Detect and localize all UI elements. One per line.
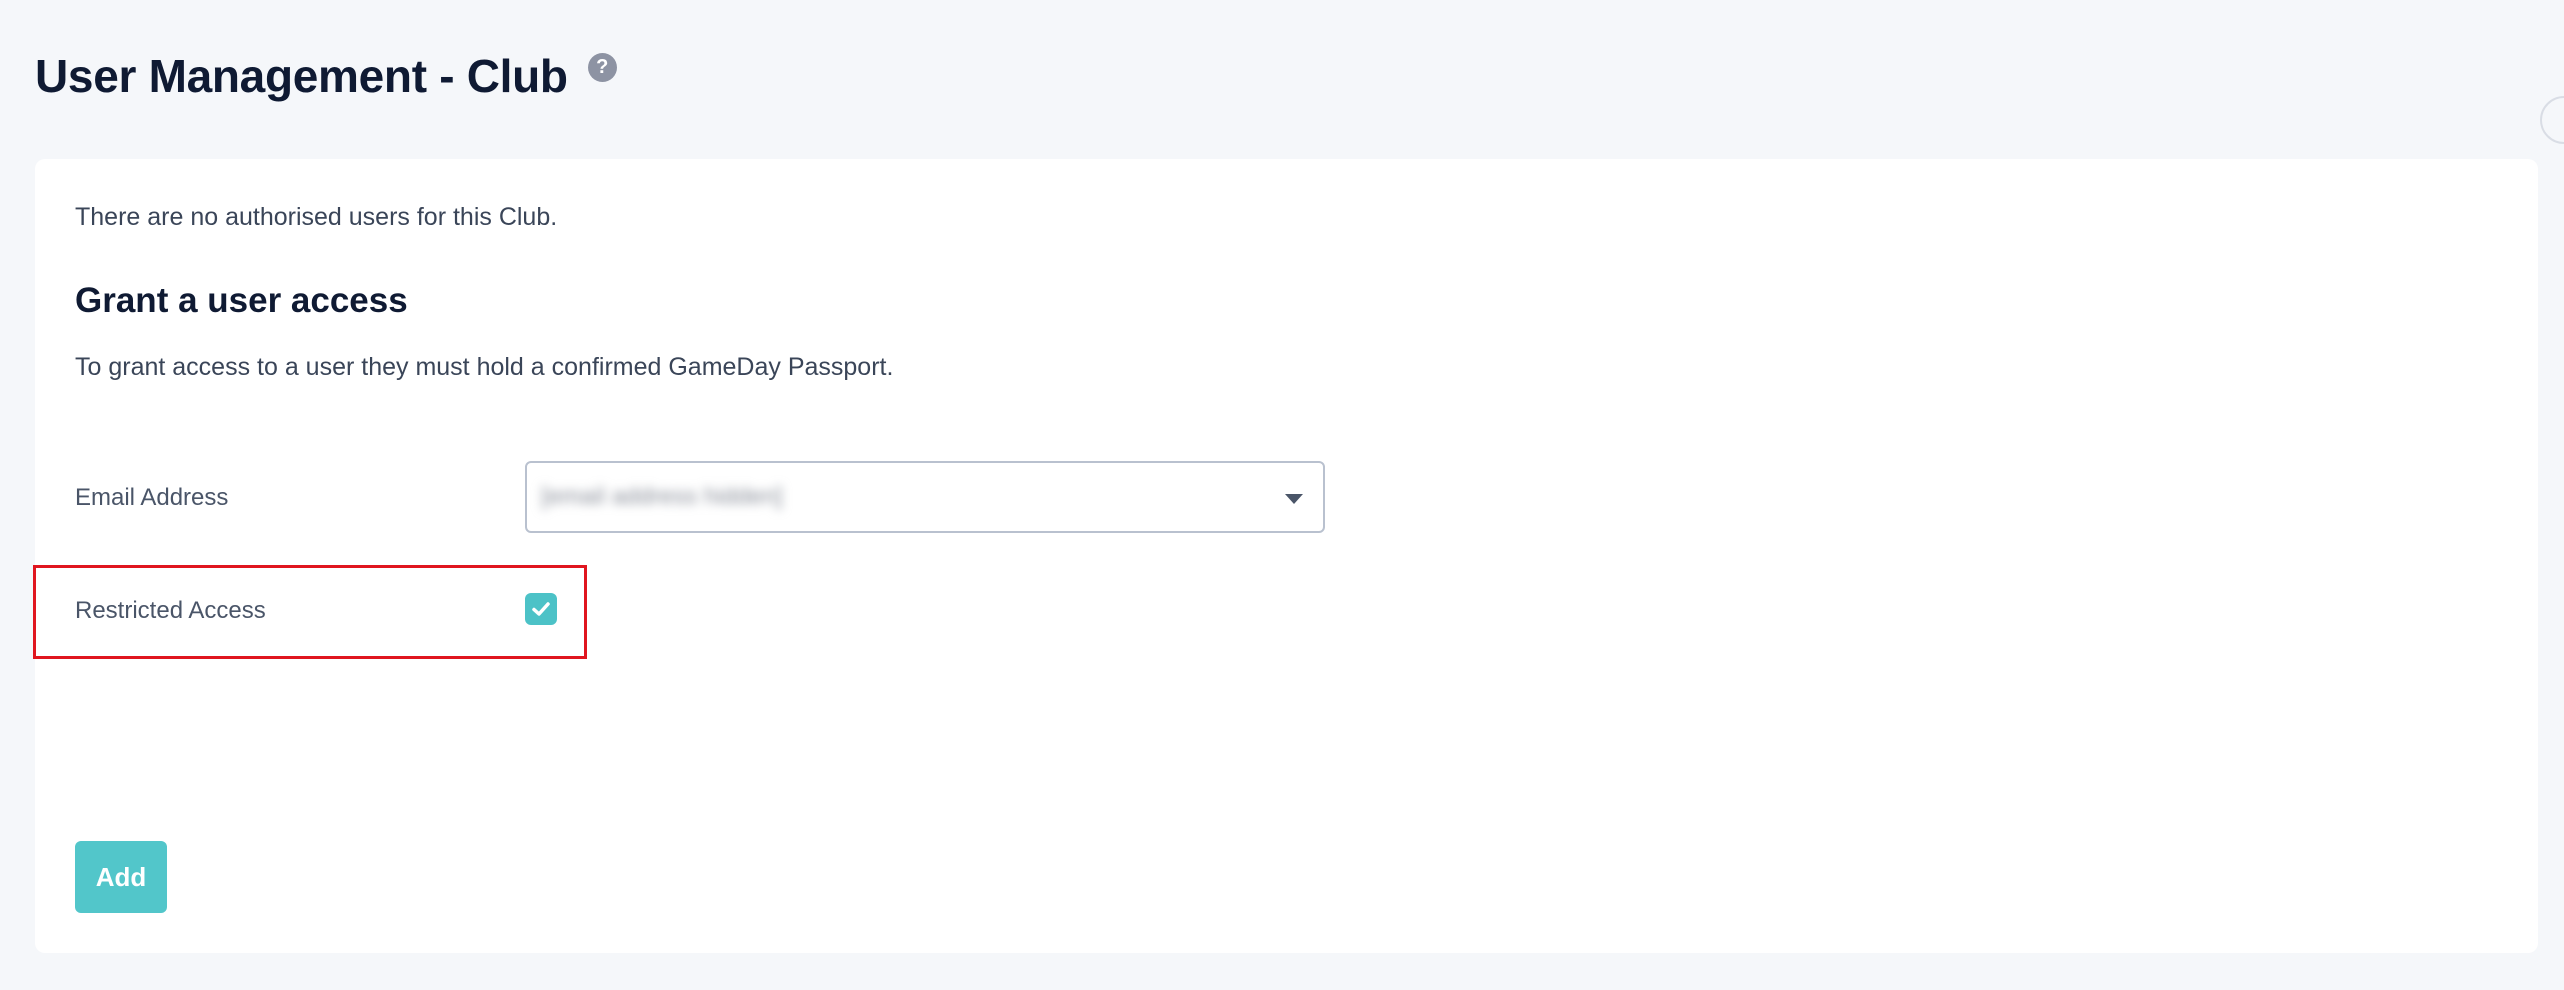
page-title: User Management - Club bbox=[35, 50, 568, 102]
restricted-access-label: Restricted Access bbox=[75, 597, 266, 624]
email-address-select[interactable]: [email address hidden] bbox=[525, 461, 1325, 533]
email-address-value: [email address hidden] bbox=[541, 483, 783, 510]
user-management-card: There are no authorised users for this C… bbox=[33, 159, 2538, 953]
chevron-down-icon bbox=[1285, 494, 1303, 504]
add-button[interactable]: Add bbox=[75, 841, 167, 913]
restricted-access-checkbox[interactable] bbox=[525, 593, 557, 625]
grant-access-description: To grant access to a user they must hold… bbox=[75, 353, 894, 381]
grant-access-heading: Grant a user access bbox=[75, 281, 408, 320]
no-users-notice: There are no authorised users for this C… bbox=[75, 203, 558, 231]
page-header: User Management - Club ? bbox=[35, 46, 617, 106]
checkmark-icon bbox=[532, 602, 550, 616]
email-address-label: Email Address bbox=[75, 484, 229, 511]
help-icon[interactable]: ? bbox=[587, 53, 617, 82]
side-panel-toggle[interactable] bbox=[2540, 96, 2564, 144]
